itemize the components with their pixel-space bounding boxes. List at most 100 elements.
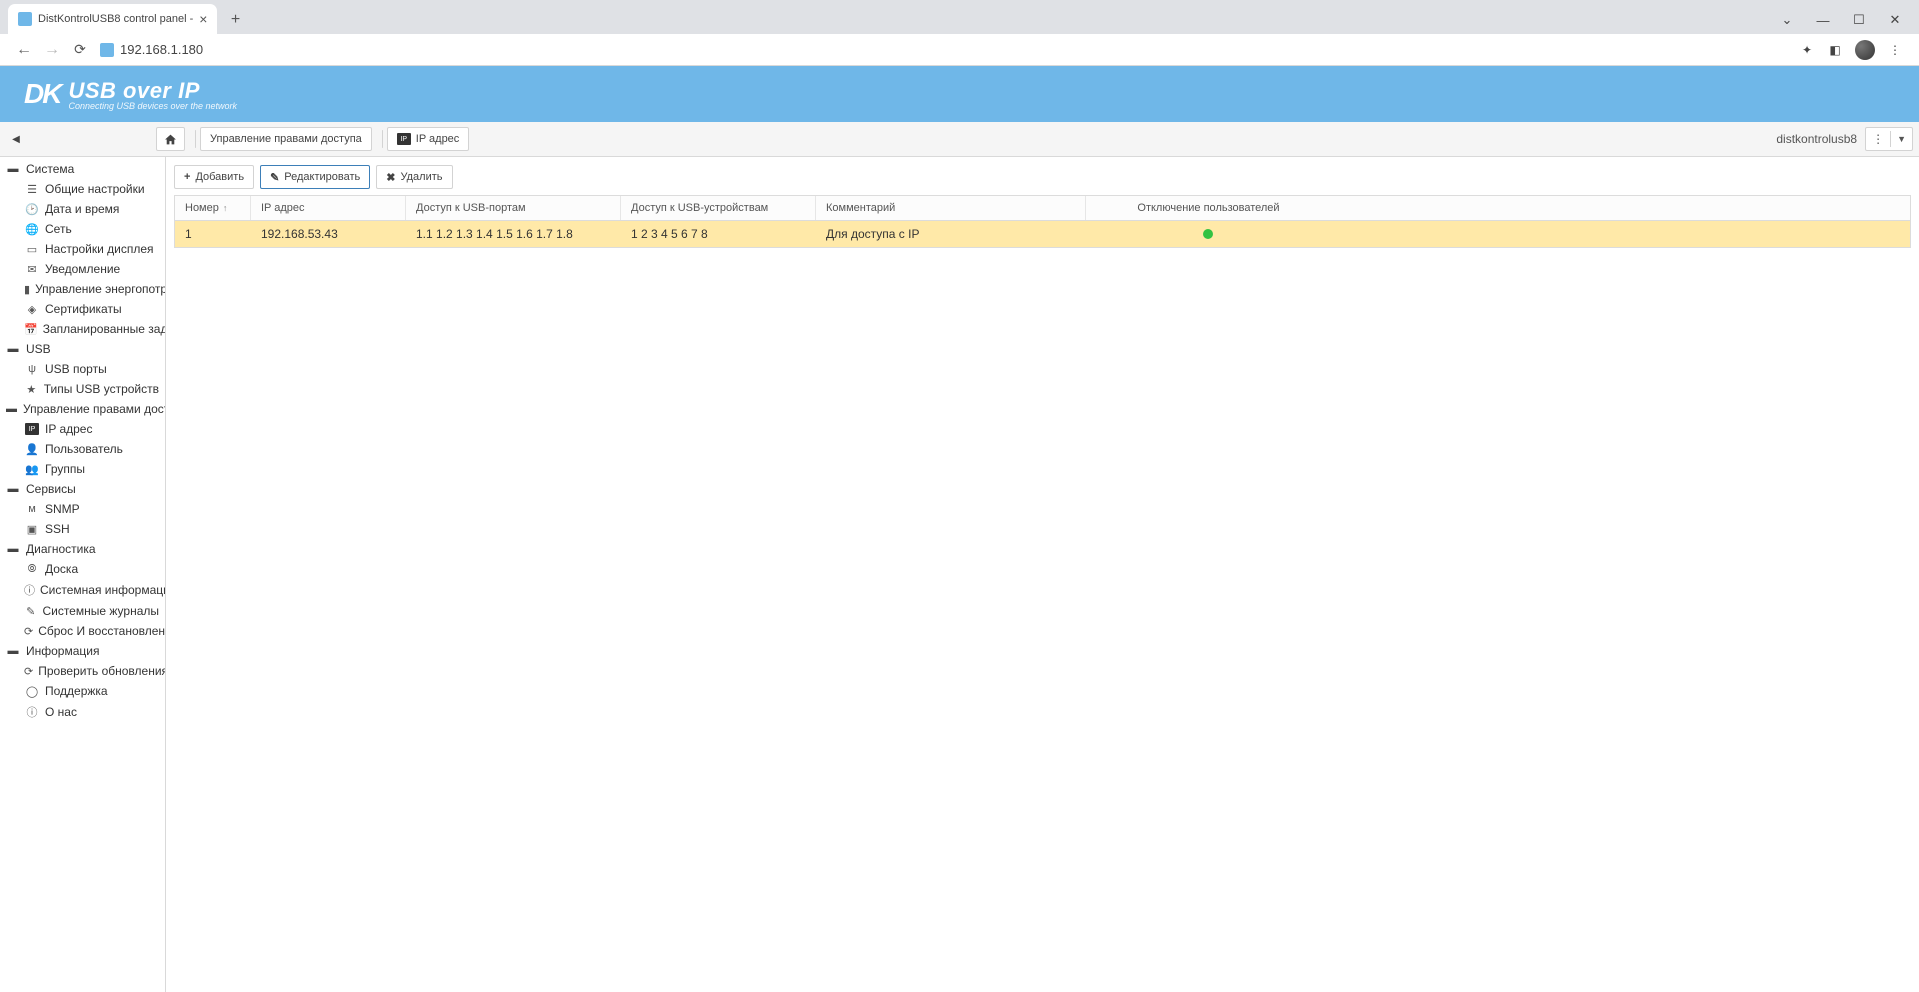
plus-icon: +	[184, 171, 190, 183]
sidebar-item-user[interactable]: 👤Пользователь	[0, 439, 165, 459]
sidebar-item-datetime[interactable]: 🕑Дата и время	[0, 199, 165, 219]
add-button[interactable]: +Добавить	[174, 165, 254, 189]
maximize-icon[interactable]: ☐	[1841, 6, 1877, 34]
sidebar-item-scheduled[interactable]: 📅Запланированные задан	[0, 319, 165, 339]
breadcrumb-ip[interactable]: IP IP адрес	[387, 127, 470, 151]
sidebar-cat-usb[interactable]: ▬USB	[0, 339, 165, 359]
x-icon: ✖	[386, 171, 395, 184]
toolbar-separator	[382, 130, 383, 148]
sidebar-item-ipaddr[interactable]: IPIP адрес	[0, 419, 165, 439]
delete-button[interactable]: ✖Удалить	[376, 165, 452, 189]
favicon	[18, 12, 32, 26]
sidebar-cat-diagnostics[interactable]: ▬Диагностика	[0, 539, 165, 559]
sort-asc-icon: ↑	[223, 203, 228, 213]
sidebar-item-updates[interactable]: ⟳Проверить обновления	[0, 661, 165, 681]
minus-icon: ▬	[6, 645, 20, 657]
chevron-down-icon: ▼	[1891, 134, 1912, 144]
home-button[interactable]	[156, 127, 185, 151]
cell-comment: Для доступа с IP	[816, 221, 1086, 247]
usb-icon: ψ	[24, 363, 40, 375]
sidebar-item-about[interactable]: ⓘО нас	[0, 701, 165, 723]
user-menu[interactable]: ⋮ ▼	[1865, 127, 1913, 151]
forward-button[interactable]: →	[38, 41, 66, 59]
back-button[interactable]: ←	[10, 41, 38, 59]
url-text: 192.168.1.180	[120, 42, 203, 57]
sidebar-item-syslog[interactable]: ✎Системные журналы	[0, 601, 165, 621]
sidebar-cat-info[interactable]: ▬Информация	[0, 641, 165, 661]
col-ip[interactable]: IP адрес	[251, 196, 406, 220]
refresh-icon: ⟳	[24, 665, 33, 678]
browser-tab-strip: DistKontrolUSB8 control panel - × + ⌄ — …	[0, 0, 1919, 34]
sidebar-item-ssh[interactable]: ▣SSH	[0, 519, 165, 539]
sidebar-item-reset[interactable]: ⟳Сброс И восстановление	[0, 621, 165, 641]
sidebar-cat-access[interactable]: ▬Управление правами досту	[0, 399, 165, 419]
sidebar-item-certs[interactable]: ◈Сертификаты	[0, 299, 165, 319]
main-content: +Добавить ✎Редактировать ✖Удалить Номер↑…	[166, 157, 1919, 992]
info-icon: ⓘ	[24, 582, 35, 598]
brand-header: DK USB over IP Connecting USB devices ov…	[0, 66, 1919, 122]
mail-icon: ✉	[24, 263, 40, 276]
browser-menu-icon[interactable]: ⋮	[1887, 42, 1903, 58]
sidebar-item-display[interactable]: ▭Настройки дисплея	[0, 239, 165, 259]
calendar-icon: 📅	[24, 323, 38, 336]
collapse-sidebar-button[interactable]: ◀	[6, 127, 26, 151]
extensions-icon[interactable]: ✦	[1799, 42, 1815, 58]
close-tab-icon[interactable]: ×	[199, 11, 207, 27]
info-icon: ⓘ	[24, 704, 40, 720]
current-user-label: distkontrolusb8	[1776, 132, 1857, 146]
status-dot-green	[1203, 229, 1213, 239]
col-usb-ports[interactable]: Доступ к USB-портам	[406, 196, 621, 220]
sidebar-item-notify[interactable]: ✉Уведомление	[0, 259, 165, 279]
kebab-icon: ⋮	[1866, 132, 1890, 146]
window-controls: ⌄ — ☐ ✕	[1769, 6, 1919, 34]
profile-avatar[interactable]	[1855, 40, 1875, 60]
brand-logo: DK USB over IP Connecting USB devices ov…	[24, 78, 237, 111]
group-icon: 👥	[24, 463, 40, 476]
new-tab-button[interactable]: +	[221, 6, 249, 34]
minus-icon: ▬	[6, 483, 20, 495]
sidebar-cat-services[interactable]: ▬Сервисы	[0, 479, 165, 499]
close-window-icon[interactable]: ✕	[1877, 6, 1913, 34]
sidebar-item-power[interactable]: ▮Управление энергопотр	[0, 279, 165, 299]
dashboard-icon: ⦾	[24, 563, 40, 576]
col-usb-devices[interactable]: Доступ к USB-устройствам	[621, 196, 816, 220]
chevron-down-icon[interactable]: ⌄	[1769, 6, 1805, 34]
breadcrumb-access[interactable]: Управление правами доступа	[200, 127, 372, 151]
sidebar-item-general[interactable]: ☰Общие настройки	[0, 179, 165, 199]
user-icon: 👤	[24, 443, 40, 456]
sidebar-item-network[interactable]: 🌐Сеть	[0, 219, 165, 239]
url-display[interactable]: 192.168.1.180	[100, 42, 203, 57]
site-icon	[100, 43, 114, 57]
data-grid: Номер↑ IP адрес Доступ к USB-портам Дост…	[174, 195, 1911, 248]
panel-icon[interactable]: ◧	[1827, 42, 1843, 58]
minus-icon: ▬	[6, 403, 17, 415]
star-icon: ★	[24, 383, 39, 396]
monitor-icon: ▭	[24, 243, 40, 256]
sidebar-item-usbtypes[interactable]: ★Типы USB устройств	[0, 379, 165, 399]
chart-icon: ᴍ	[24, 503, 40, 515]
minimize-icon[interactable]: —	[1805, 6, 1841, 34]
reload-button[interactable]: ⟳	[66, 41, 94, 58]
cell-ip: 192.168.53.43	[251, 221, 406, 247]
sidebar-item-board[interactable]: ⦾Доска	[0, 559, 165, 579]
cell-disconnect	[1086, 221, 1331, 247]
sidebar-item-usbports[interactable]: ψUSB порты	[0, 359, 165, 379]
col-comment[interactable]: Комментарий	[816, 196, 1086, 220]
pencil-icon: ✎	[270, 171, 279, 184]
col-number[interactable]: Номер↑	[175, 196, 251, 220]
sidebar-item-support[interactable]: ◯Поддержка	[0, 681, 165, 701]
sidebar-item-groups[interactable]: 👥Группы	[0, 459, 165, 479]
certificate-icon: ◈	[24, 303, 40, 316]
refresh-icon: ⟳	[24, 625, 33, 638]
edit-button[interactable]: ✎Редактировать	[260, 165, 370, 189]
browser-tab[interactable]: DistKontrolUSB8 control panel - ×	[8, 4, 217, 34]
sidebar-item-snmp[interactable]: ᴍSNMP	[0, 499, 165, 519]
sidebar-item-sysinfo[interactable]: ⓘСистемная информация	[0, 579, 165, 601]
table-row[interactable]: 1 192.168.53.43 1.1 1.2 1.3 1.4 1.5 1.6 …	[175, 221, 1910, 247]
log-icon: ✎	[24, 605, 37, 618]
clock-icon: 🕑	[24, 203, 40, 216]
battery-icon: ▮	[24, 283, 30, 296]
brand-subtitle: Connecting USB devices over the network	[68, 101, 237, 111]
col-disconnect[interactable]: Отключение пользователей	[1086, 196, 1331, 220]
sidebar-cat-system[interactable]: ▬Система	[0, 159, 165, 179]
